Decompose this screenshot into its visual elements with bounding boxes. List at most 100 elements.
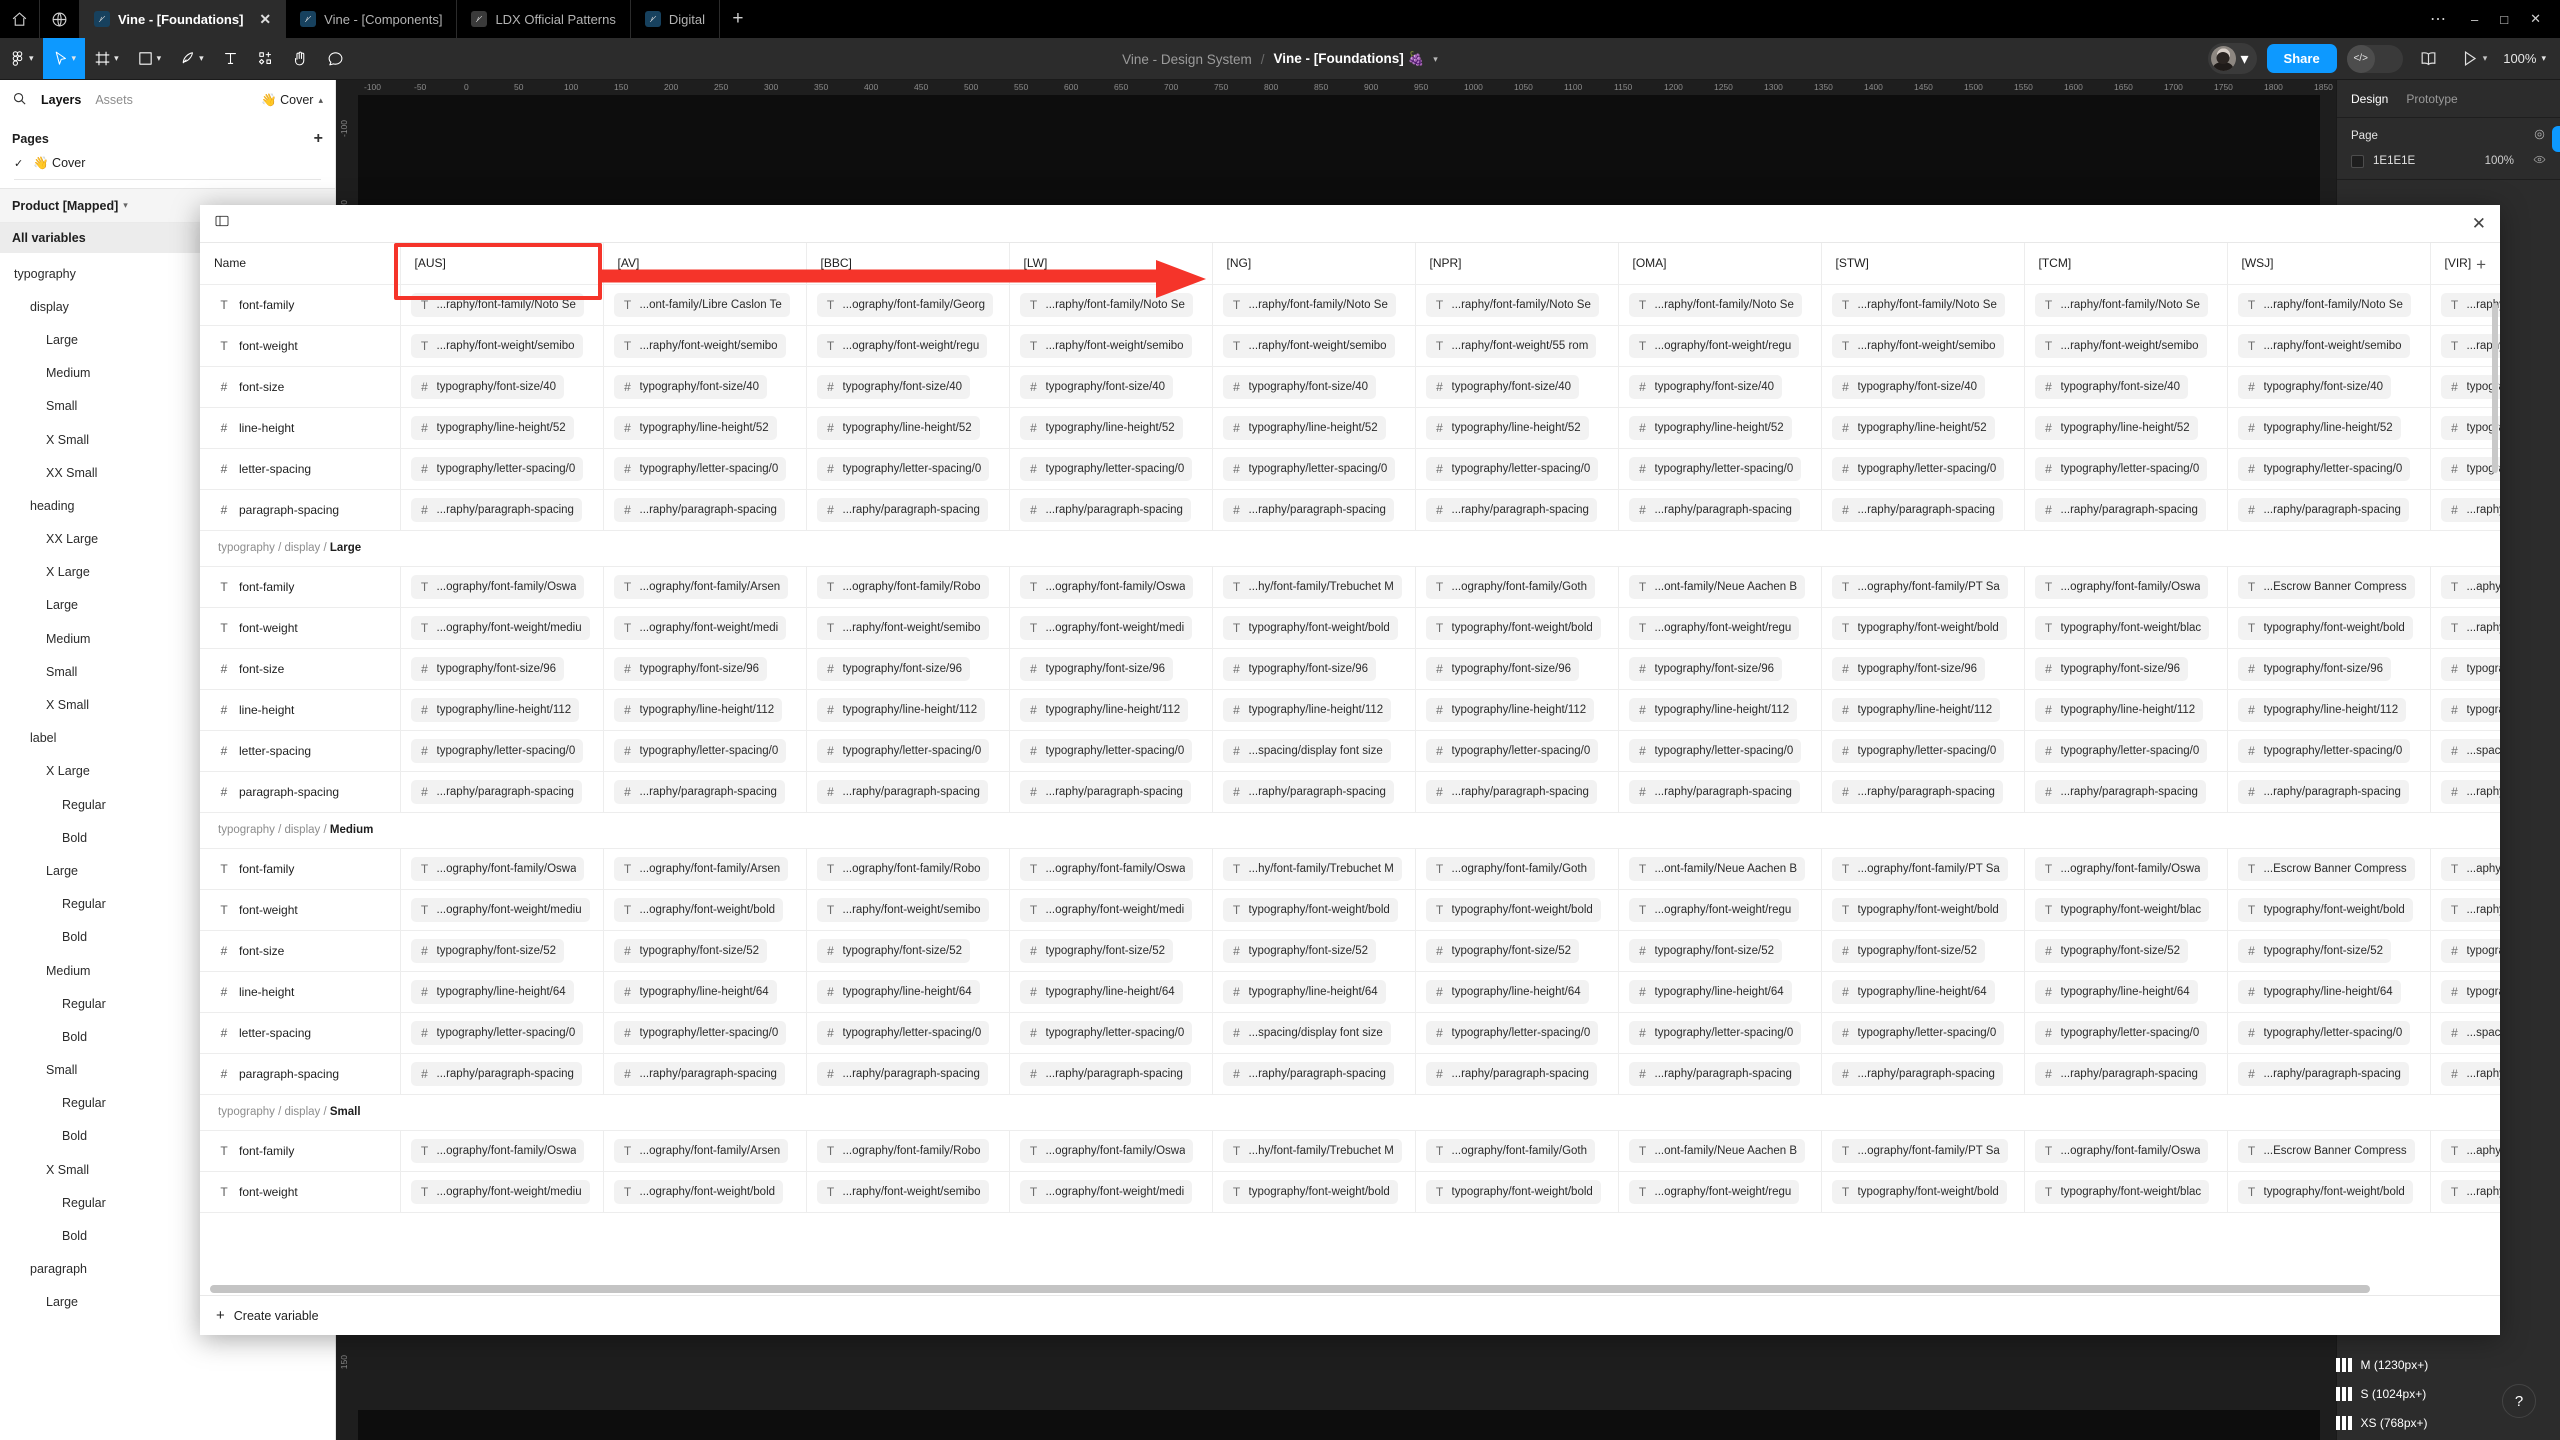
variable-value-cell[interactable]: Ttypography/font-weight/bold <box>2227 607 2431 649</box>
frame-tool-button[interactable]: ▾ <box>85 38 128 79</box>
variable-alias-chip[interactable]: T ...raphy/font-weight/semibo <box>1831 333 2004 358</box>
variable-value-cell[interactable]: # typography/letter-spacing/0 <box>400 1012 604 1054</box>
variable-value-cell[interactable]: # typography/font-size/52 <box>603 930 807 972</box>
variable-value-cell[interactable]: # typography/font-size/40 <box>2024 366 2228 408</box>
variable-value-cell[interactable]: # typography/font-size/96 <box>2227 648 2431 690</box>
variable-value-cell[interactable]: # typography/f <box>2430 648 2500 690</box>
variable-alias-chip[interactable]: # typography/line-height/64 <box>1628 979 1792 1004</box>
variable-value-cell[interactable]: # typography/letter-spacing/0 <box>1821 1012 2025 1054</box>
variable-alias-chip[interactable]: # ...raphy/paragraph-spacing <box>1831 497 2003 522</box>
variable-value-cell[interactable]: # typography/font-size/96 <box>1212 648 1416 690</box>
variable-alias-chip[interactable]: # ...raphy/paragraph-spacing <box>1831 779 2003 804</box>
variable-value-cell[interactable]: # ...raphy/par <box>2430 489 2500 531</box>
variable-value-cell[interactable]: # typography/line-height/112 <box>2227 689 2431 731</box>
variable-alias-chip[interactable]: # typography/font-size/52 <box>410 938 565 963</box>
variable-value-cell[interactable]: # ...raphy/paragraph-spacing <box>806 771 1010 813</box>
variable-alias-chip[interactable]: Ttypography/font-weight/bold <box>2237 615 2413 640</box>
variable-alias-chip[interactable]: # typography/letter-spacing/0 <box>816 738 990 763</box>
variable-alias-chip[interactable]: T ...ography/font-family/Arsen <box>613 1138 789 1163</box>
variable-alias-chip[interactable]: T ...ography/font-family/Oswa <box>1019 574 1194 599</box>
variable-value-cell[interactable]: # typography/letter-spacing/0 <box>400 448 604 490</box>
variable-name-cell[interactable]: # line-height <box>200 689 401 731</box>
variable-value-cell[interactable]: T ...aphy/font- <box>2430 848 2500 890</box>
variable-alias-chip[interactable]: T ...Escrow Banner Compress <box>2237 574 2415 599</box>
variable-value-cell[interactable]: # typography/line-height/52 <box>806 407 1010 449</box>
variable-value-cell[interactable]: Ttypography/font-weight/blac <box>2024 607 2228 649</box>
variable-value-cell[interactable]: T ...ont-family/Neue Aachen B <box>1618 1130 1822 1172</box>
variable-value-cell[interactable]: T ...ography/font-family/PT Sa <box>1821 566 2025 608</box>
variable-alias-chip[interactable]: T ...ography/font-family/PT Sa <box>1831 1138 2008 1163</box>
variable-value-cell[interactable]: T ...raphy/font-weight/semibo <box>806 1171 1010 1213</box>
variable-value-cell[interactable]: # typography/font-size/52 <box>1212 930 1416 972</box>
column-header-oma[interactable]: [OMA] <box>1618 243 1822 285</box>
variable-alias-chip[interactable]: # typography/font-size/96 <box>1425 656 1580 681</box>
table-row[interactable]: Tfont-weight T ...ography/font-weight/medi… <box>200 889 2500 931</box>
variable-alias-chip[interactable]: # typography/line-height/52 <box>816 415 980 440</box>
variable-value-cell[interactable]: T ...ography/font-family/Oswa <box>400 1130 604 1172</box>
variable-value-cell[interactable]: # ...raphy/par <box>2430 1053 2500 1095</box>
share-button[interactable]: Share <box>2266 44 2337 73</box>
hand-tool-button[interactable] <box>283 38 318 79</box>
variable-value-cell[interactable]: T ...aphy/font- <box>2430 1130 2500 1172</box>
variable-value-cell[interactable]: T...raphy/font- <box>2430 284 2500 326</box>
variable-value-cell[interactable]: # typography/line-height/112 <box>1618 689 1822 731</box>
variable-value-cell[interactable]: # typography/font-size/52 <box>1821 930 2025 972</box>
variable-alias-chip[interactable]: # typography/font-size/40 <box>1425 374 1580 399</box>
page-background-color-row[interactable]: 1E1E1E 100% <box>2351 153 2546 169</box>
variable-alias-chip[interactable]: T ...ography/font-family/Oswa <box>410 574 585 599</box>
color-swatch[interactable] <box>2351 154 2364 168</box>
variable-alias-chip[interactable]: # typography/line-height/112 <box>1222 697 1392 722</box>
chevron-down-icon[interactable]: ▾ <box>1433 54 1438 65</box>
variable-alias-chip[interactable]: # typography/letter-spacing/0 <box>2034 738 2208 763</box>
variable-value-cell[interactable]: # ...raphy/paragraph-spacing <box>806 489 1010 531</box>
variable-alias-chip[interactable]: # typography/letter-spacing/0 <box>1628 1020 1802 1045</box>
window-minimize-button[interactable]: – <box>2462 12 2487 27</box>
variable-alias-chip[interactable]: # typography/line-height/112 <box>613 697 783 722</box>
variable-value-cell[interactable]: # ...raphy/paragraph-spacing <box>1212 489 1416 531</box>
variable-alias-chip[interactable]: # typography/letter-spacing/0 <box>1628 738 1802 763</box>
variable-value-cell[interactable]: # typography/font-size/40 <box>1212 366 1416 408</box>
variable-alias-chip[interactable]: # typography/font-size/96 <box>1019 656 1174 681</box>
variable-alias-chip[interactable]: # typography/letter-spacing/0 <box>1831 1020 2005 1045</box>
variable-value-cell[interactable]: # typography/li <box>2430 971 2500 1013</box>
variable-value-cell[interactable]: # typography/font-size/96 <box>806 648 1010 690</box>
variable-alias-chip[interactable]: # ...raphy/paragraph-spacing <box>1628 497 1800 522</box>
variable-alias-chip[interactable]: T ...raphy/font- <box>2440 615 2500 640</box>
variable-alias-chip[interactable]: Ttypography/font-weight/bold <box>1425 615 1601 640</box>
variable-alias-chip[interactable]: # typography/line-height/64 <box>1831 979 1995 1004</box>
variable-alias-chip[interactable]: T ...raphy/font-family/Noto Se <box>2034 292 2208 317</box>
variable-value-cell[interactable]: # ...raphy/paragraph-spacing <box>1618 1053 1822 1095</box>
variable-value-cell[interactable]: # typography/line-height/52 <box>400 407 604 449</box>
variable-value-cell[interactable]: T ...ography/font-weight/medi <box>603 607 807 649</box>
variable-alias-chip[interactable]: T ...raphy/font-weight/semibo <box>1222 333 1395 358</box>
variable-alias-chip[interactable]: # typography/line-height/52 <box>1425 415 1589 440</box>
variable-alias-chip[interactable]: T ...ography/font-family/Arsen <box>613 856 789 881</box>
variable-value-cell[interactable]: T ...raphy/font-family/Noto Se <box>1618 284 1822 326</box>
variable-value-cell[interactable]: # typography/letter-spacing/0 <box>2024 730 2228 772</box>
globe-icon[interactable] <box>40 0 80 38</box>
variable-alias-chip[interactable]: T ...ography/font-weight/mediu <box>410 897 590 922</box>
variable-value-cell[interactable]: T ...hy/font-family/Trebuchet M <box>1212 848 1416 890</box>
variable-alias-chip[interactable]: # typography/font-size/52 <box>816 938 971 963</box>
variable-alias-chip[interactable]: # typography/font-size/52 <box>2237 938 2392 963</box>
variable-value-cell[interactable]: T ...ography/font-family/Oswa <box>2024 566 2228 608</box>
variable-value-cell[interactable]: # typography/font-size/52 <box>1009 930 1213 972</box>
variable-alias-chip[interactable]: T ...ography/font-family/Oswa <box>410 856 585 881</box>
variable-alias-chip[interactable]: # typography/letter-spacing/0 <box>613 738 787 763</box>
variable-value-cell[interactable]: T ...raphy/font-weight/semibo <box>2024 325 2228 367</box>
variable-value-cell[interactable]: # typography/line-height/112 <box>1009 689 1213 731</box>
variable-alias-chip[interactable]: # typography/letter-spacing/0 <box>410 456 584 481</box>
variable-value-cell[interactable]: # ...raphy/paragraph-spacing <box>1009 771 1213 813</box>
variable-value-cell[interactable]: T ...ography/font-weight/medi <box>1009 1171 1213 1213</box>
variable-value-cell[interactable]: # ...raphy/paragraph-spacing <box>400 489 604 531</box>
variable-alias-chip[interactable]: T ...ography/font-family/Oswa <box>2034 856 2209 881</box>
variable-value-cell[interactable]: T...raphy/font- <box>2430 607 2500 649</box>
variable-value-cell[interactable]: # typography/font-size/40 <box>1821 366 2025 408</box>
variable-alias-chip[interactable]: T ...ography/font-family/PT Sa <box>1831 856 2008 881</box>
browser-tab-3[interactable]: Digital <box>631 0 720 38</box>
variable-alias-chip[interactable]: # typography/line-height/112 <box>1831 697 2001 722</box>
table-row[interactable]: Tfont-weight T ...raphy/font-weight/semibo… <box>200 325 2500 367</box>
close-icon[interactable]: ✕ <box>2472 214 2486 234</box>
browser-menu-icon[interactable]: ⋯ <box>2420 9 2458 29</box>
variable-name-cell[interactable]: # letter-spacing <box>200 448 401 490</box>
